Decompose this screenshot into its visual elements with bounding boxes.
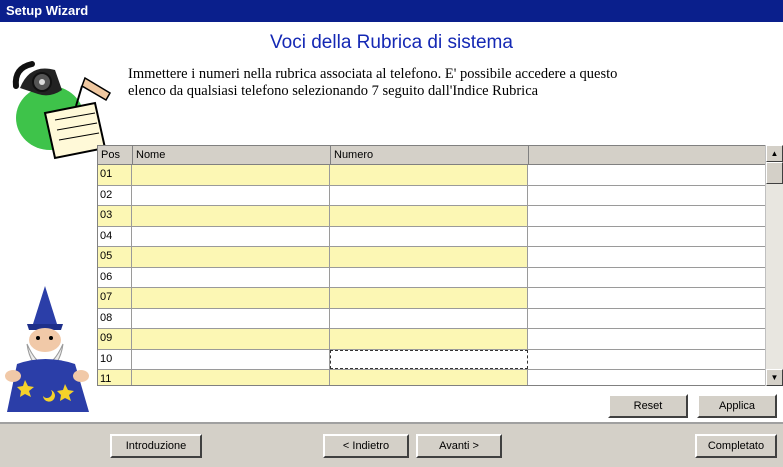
nome-cell[interactable]: [132, 267, 330, 287]
wizard-mascot-icon: [5, 286, 89, 412]
row-pos: 10: [98, 349, 132, 369]
column-divider: [132, 146, 133, 164]
numero-cell[interactable]: [330, 206, 528, 226]
table-row: 02: [98, 185, 766, 206]
row-pos: 02: [98, 185, 132, 205]
table-row: 08: [98, 308, 766, 329]
table-row: 03: [98, 206, 766, 227]
column-header-pos: Pos: [101, 149, 120, 161]
table-row: 01: [98, 165, 766, 186]
nome-cell[interactable]: [132, 247, 330, 267]
numero-cell[interactable]: [330, 267, 528, 287]
avanti-button[interactable]: Avanti >: [416, 434, 502, 458]
indietro-button[interactable]: < Indietro: [323, 434, 409, 458]
completato-button[interactable]: Completato: [695, 434, 777, 458]
nome-cell[interactable]: [132, 370, 330, 385]
applica-button[interactable]: Applica: [697, 394, 777, 418]
numero-cell[interactable]: [330, 288, 528, 308]
nome-cell[interactable]: [132, 206, 330, 226]
arrow-down-icon[interactable]: ▼: [766, 369, 783, 386]
row-pos: 04: [98, 226, 132, 246]
row-pos: 11: [98, 370, 132, 385]
reset-button[interactable]: Reset: [608, 394, 688, 418]
numero-cell[interactable]: [330, 226, 528, 246]
row-pos: 09: [98, 329, 132, 349]
row-pos: 06: [98, 267, 132, 287]
navigation-bar: Introduzione < Indietro Avanti > Complet…: [0, 422, 783, 467]
introduzione-button[interactable]: Introduzione: [110, 434, 202, 458]
row-pos: 01: [98, 165, 132, 185]
wizard-content: Voci della Rubrica di sistema Immettere …: [0, 22, 783, 422]
scroll-thumb[interactable]: [766, 162, 783, 184]
column-divider: [330, 146, 331, 164]
arrow-up-icon[interactable]: ▲: [766, 145, 783, 162]
numero-cell[interactable]: [330, 370, 528, 385]
description-text: Immettere i numeri nella rubrica associa…: [128, 66, 618, 99]
table-row: 05: [98, 247, 766, 268]
nome-cell[interactable]: [132, 349, 330, 369]
row-pos: 03: [98, 206, 132, 226]
nome-cell[interactable]: [132, 329, 330, 349]
numero-cell[interactable]: [330, 329, 528, 349]
nome-cell[interactable]: [132, 288, 330, 308]
nome-cell[interactable]: [132, 165, 330, 185]
vertical-scrollbar[interactable]: ▲ ▼: [765, 145, 783, 386]
numero-cell[interactable]: [330, 185, 528, 205]
table-row: 07: [98, 288, 766, 309]
numero-cell[interactable]: [330, 308, 528, 328]
table-row: 04: [98, 226, 766, 247]
column-header-nome: Nome: [136, 149, 166, 161]
window-title: Setup Wizard: [0, 0, 783, 22]
row-pos: 05: [98, 247, 132, 267]
numero-cell[interactable]: [330, 247, 528, 267]
row-pos: 08: [98, 308, 132, 328]
page-heading: Voci della Rubrica di sistema: [270, 32, 513, 53]
numero-cell-focused[interactable]: [330, 349, 528, 369]
table-row: 10: [98, 349, 766, 370]
nome-cell[interactable]: [132, 226, 330, 246]
row-pos: 07: [98, 288, 132, 308]
table-row: 11: [98, 370, 766, 385]
phonebook-grid: Pos Nome Numero 01 02 03 04 05 06 07 08 …: [97, 145, 767, 386]
numero-cell[interactable]: [330, 165, 528, 185]
nome-cell[interactable]: [132, 185, 330, 205]
table-row: 09: [98, 329, 766, 350]
table-row: 06: [98, 267, 766, 288]
nome-cell[interactable]: [132, 308, 330, 328]
column-divider: [528, 146, 529, 164]
column-header-numero: Numero: [334, 149, 374, 161]
grid-header: Pos Nome Numero: [98, 146, 766, 165]
